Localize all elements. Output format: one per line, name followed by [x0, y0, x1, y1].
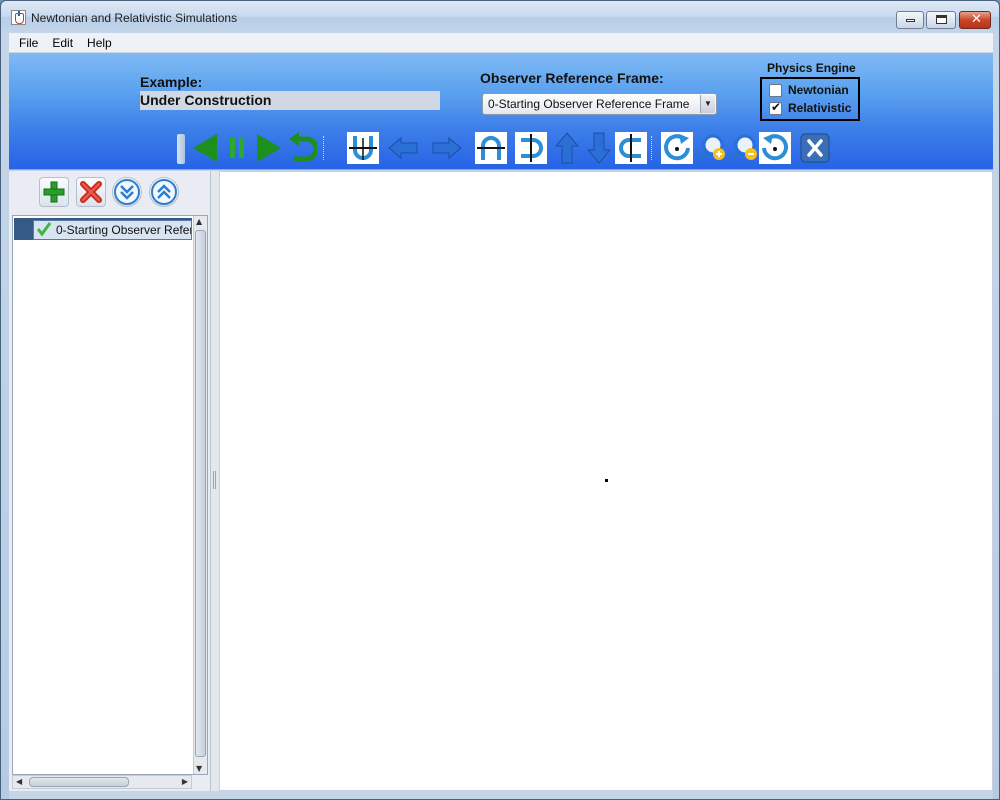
- close-window-button[interactable]: ✕: [959, 11, 991, 29]
- mirror-button[interactable]: [615, 132, 647, 164]
- toolbar-separator: [651, 136, 653, 160]
- engine-option-newtonian[interactable]: Newtonian: [769, 82, 849, 98]
- reset-rotation-icon: [762, 134, 788, 161]
- pause-icon: [230, 138, 244, 158]
- reset-rotation-button[interactable]: [759, 132, 791, 164]
- relativistic-checkbox[interactable]: [769, 100, 782, 115]
- splitter-grip[interactable]: [213, 471, 216, 489]
- move-right-button[interactable]: [431, 132, 463, 164]
- menu-help[interactable]: Help: [83, 36, 116, 50]
- relativistic-label: Relativistic: [788, 101, 852, 115]
- move-down-icon: [114, 179, 140, 205]
- move-frame-down-button[interactable]: [112, 177, 142, 207]
- arrow-left-icon: [388, 136, 418, 160]
- minimize-button[interactable]: [896, 11, 924, 29]
- header-panel: Example: Under Construction Observer Ref…: [9, 53, 993, 170]
- rotate-axis-button[interactable]: [515, 132, 547, 164]
- toolbar-separator: [323, 136, 325, 160]
- engine-option-relativistic[interactable]: Relativistic: [769, 100, 851, 116]
- arrow-right-icon: [432, 136, 462, 160]
- zoom-in-button[interactable]: [695, 132, 727, 164]
- flip-vertical-button[interactable]: [475, 132, 507, 164]
- scroll-right-icon[interactable]: ▶: [182, 777, 188, 786]
- example-name-field[interactable]: Under Construction: [140, 91, 440, 110]
- menu-edit[interactable]: Edit: [48, 36, 77, 50]
- rewind-icon: [193, 134, 217, 162]
- frame-list-panel: 0-Starting Observer Reference Frame ▲ ▼ …: [9, 171, 211, 791]
- panel-splitter[interactable]: [211, 171, 219, 791]
- pause-button[interactable]: [221, 132, 253, 164]
- close-icon: ✕: [971, 12, 982, 27]
- scroll-left-icon[interactable]: ◀: [16, 777, 22, 786]
- observer-frame-label: Observer Reference Frame:: [480, 70, 664, 86]
- scroll-up-icon[interactable]: ▲: [196, 217, 202, 226]
- scrollbar-thumb[interactable]: [29, 777, 129, 787]
- physics-engine-group: Newtonian Relativistic: [760, 77, 860, 121]
- minimize-icon: [906, 19, 915, 22]
- window-bottom-border: [9, 791, 993, 799]
- observer-frame-select[interactable]: 0-Starting Observer Reference Frame ▼: [482, 93, 717, 115]
- newtonian-checkbox[interactable]: [769, 83, 782, 97]
- example-label: Example:: [140, 74, 203, 90]
- physics-engine-title: Physics Engine: [767, 61, 856, 75]
- delete-icon: [80, 181, 102, 203]
- java-app-icon: [11, 10, 26, 25]
- menu-bar: File Edit Help: [9, 33, 993, 53]
- move-up-icon: [151, 179, 177, 205]
- delete-frame-button[interactable]: [76, 177, 106, 207]
- menu-file[interactable]: File: [15, 36, 42, 50]
- frame-list-horizontal-scrollbar[interactable]: ◀ ▶: [12, 775, 192, 789]
- play-button[interactable]: [253, 132, 285, 164]
- scrollbar-thumb[interactable]: [195, 230, 206, 757]
- observer-frame-value: 0-Starting Observer Reference Frame: [488, 97, 690, 111]
- simulation-toolbar: [177, 132, 830, 164]
- flip-vertical-icon: [477, 136, 505, 160]
- arrow-down-icon: [586, 132, 612, 164]
- rotate-button[interactable]: [661, 132, 693, 164]
- rotate-icon: [664, 134, 690, 161]
- undo-button[interactable]: [285, 132, 317, 164]
- add-frame-button[interactable]: [39, 177, 69, 207]
- add-icon: [43, 181, 65, 203]
- move-left-button[interactable]: [387, 132, 419, 164]
- zoom-out-button[interactable]: [727, 132, 759, 164]
- flip-horizontal-icon: [349, 136, 377, 160]
- frame-list-vertical-scrollbar[interactable]: ▲ ▼: [193, 216, 207, 774]
- zoom-in-icon: [697, 134, 725, 162]
- scroll-down-icon[interactable]: ▼: [196, 764, 202, 773]
- app-window: Newtonian and Relativistic Simulations ✕…: [0, 0, 1000, 800]
- move-down-button[interactable]: [583, 132, 615, 164]
- check-icon[interactable]: [36, 221, 52, 237]
- origin-point: [605, 479, 608, 482]
- move-up-button[interactable]: [551, 132, 583, 164]
- simulation-canvas[interactable]: [219, 171, 993, 791]
- rotate-axis-icon: [521, 134, 543, 162]
- maximize-button[interactable]: [926, 11, 956, 29]
- newtonian-label: Newtonian: [788, 83, 849, 97]
- maximize-icon: [936, 15, 947, 24]
- close-simulation-button[interactable]: [799, 132, 831, 164]
- flip-horizontal-button[interactable]: [347, 132, 379, 164]
- list-item-label: 0-Starting Observer Reference Frame: [33, 220, 192, 240]
- list-item[interactable]: 0-Starting Observer Reference Frame: [14, 218, 192, 240]
- mirror-icon: [619, 134, 641, 162]
- title-bar[interactable]: Newtonian and Relativistic Simulations ✕: [1, 1, 999, 33]
- zoom-out-icon: [729, 134, 757, 162]
- play-icon: [257, 134, 281, 162]
- close-icon: [800, 133, 830, 163]
- chevron-down-icon[interactable]: ▼: [700, 95, 715, 113]
- window-title: Newtonian and Relativistic Simulations: [31, 11, 238, 25]
- arrow-up-icon: [554, 132, 580, 164]
- undo-icon: [289, 132, 317, 162]
- toolbar-grip[interactable]: [177, 134, 185, 164]
- move-frame-up-button[interactable]: [149, 177, 179, 207]
- rewind-button[interactable]: [189, 132, 221, 164]
- frame-list[interactable]: 0-Starting Observer Reference Frame ▲ ▼: [12, 215, 208, 775]
